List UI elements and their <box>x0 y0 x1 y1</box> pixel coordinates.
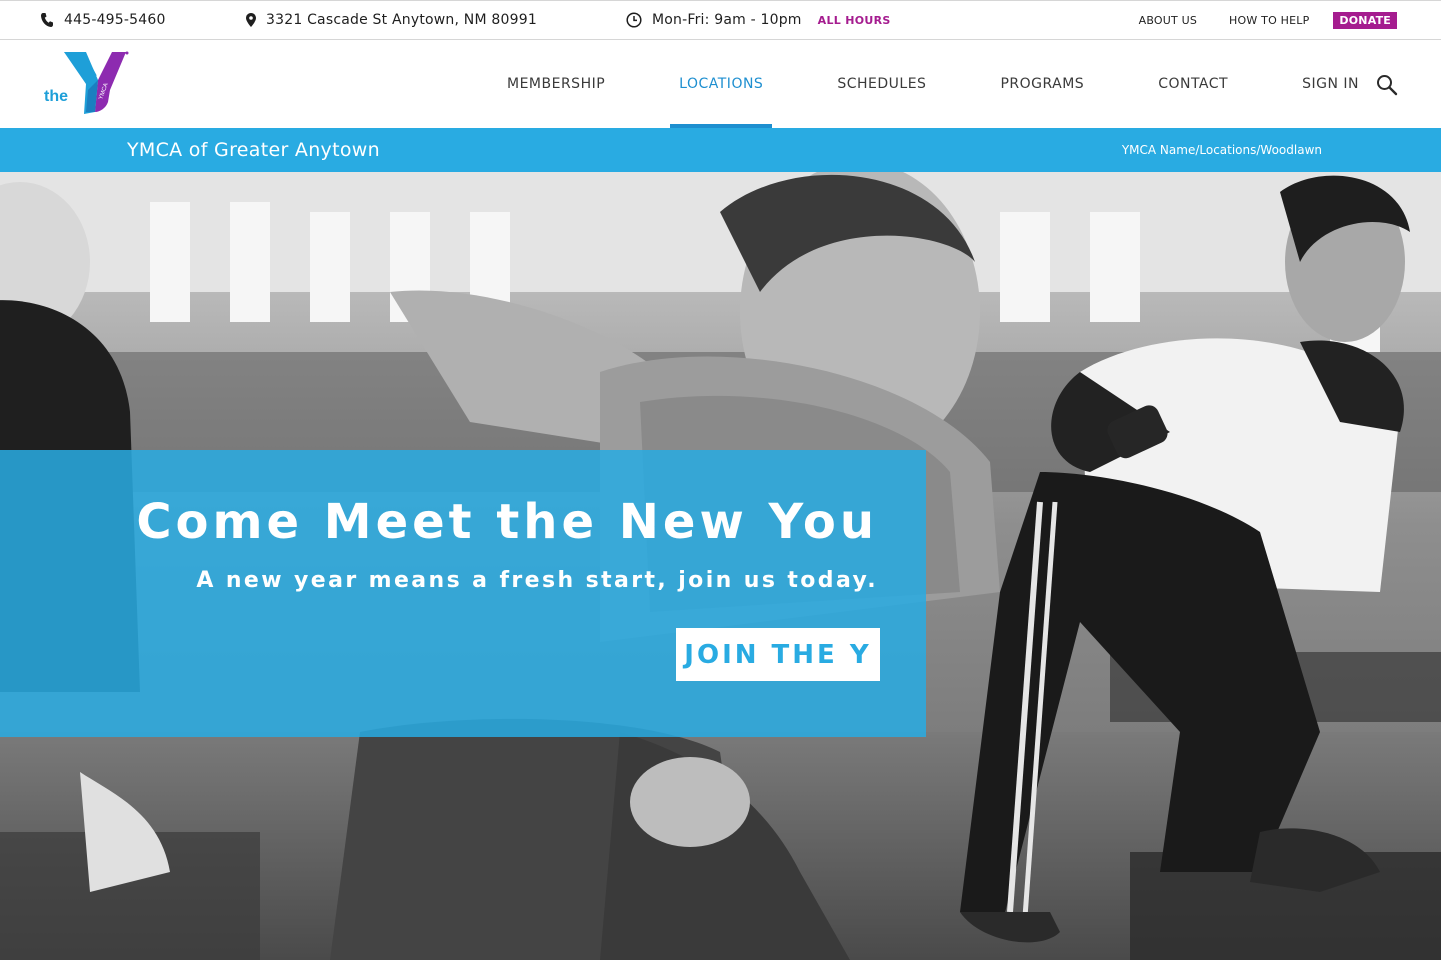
nav-contact[interactable]: CONTACT <box>1149 40 1237 128</box>
search-icon[interactable] <box>1376 74 1398 96</box>
ymca-logo[interactable]: the YMCA <box>42 50 132 120</box>
about-us-link[interactable]: ABOUT US <box>1139 14 1197 27</box>
all-hours-link[interactable]: ALL HOURS <box>818 14 891 27</box>
how-to-help-link[interactable]: HOW TO HELP <box>1229 14 1309 27</box>
main-header: the YMCA MEMBERSHIP LOCATIONS SCHEDULES … <box>0 40 1441 128</box>
hero-subheadline: A new year means a fresh start, join us … <box>196 568 878 593</box>
address-text: 3321 Cascade St Anytown, NM 80991 <box>266 12 537 28</box>
map-pin-icon <box>246 13 256 27</box>
nav-locations[interactable]: LOCATIONS <box>670 40 773 128</box>
nav-sign-in[interactable]: SIGN IN <box>1293 40 1368 128</box>
phone-icon <box>41 13 53 27</box>
site-title[interactable]: YMCA of Greater Anytown <box>127 128 380 172</box>
utility-bar: 445-495-5460 3321 Cascade St Anytown, NM… <box>0 0 1441 40</box>
hours-text: Mon-Fri: 9am - 10pm <box>652 12 802 28</box>
nav-membership[interactable]: MEMBERSHIP <box>498 40 614 128</box>
phone-number: 445-495-5460 <box>64 12 166 28</box>
address[interactable]: 3321 Cascade St Anytown, NM 80991 <box>246 1 537 39</box>
clock-icon <box>626 12 642 28</box>
nav-programs[interactable]: PROGRAMS <box>991 40 1093 128</box>
ymca-y-logo-icon: YMCA <box>64 51 129 114</box>
promo-panel: Come Meet the New You A new year means a… <box>0 450 926 737</box>
utility-links: ABOUT US HOW TO HELP DONATE <box>1107 1 1397 39</box>
site-title-strip: YMCA of Greater Anytown YMCA Name/Locati… <box>0 128 1441 172</box>
donate-button[interactable]: DONATE <box>1333 11 1397 29</box>
phone-contact[interactable]: 445-495-5460 <box>40 1 166 39</box>
breadcrumb[interactable]: YMCA Name/Locations/Woodlawn <box>1122 128 1322 172</box>
hero-headline: Come Meet the New You <box>136 494 878 550</box>
hours: Mon-Fri: 9am - 10pm ALL HOURS <box>626 1 891 39</box>
join-the-y-button[interactable]: JOIN THE Y <box>676 628 880 681</box>
primary-nav: MEMBERSHIP LOCATIONS SCHEDULES PROGRAMS … <box>498 40 1368 128</box>
hero-banner: Come Meet the New You A new year means a… <box>0 172 1441 960</box>
nav-schedules[interactable]: SCHEDULES <box>828 40 935 128</box>
